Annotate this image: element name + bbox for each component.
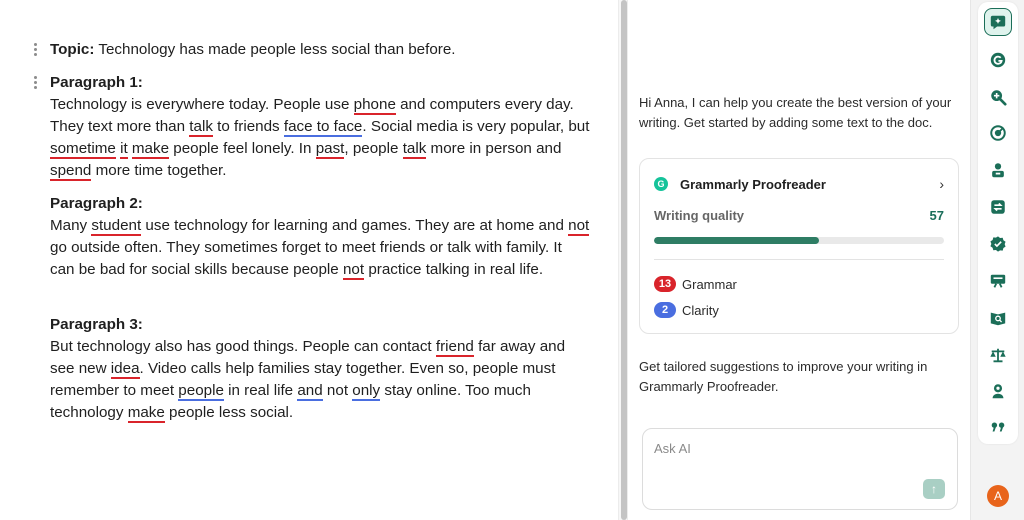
zoom-in-icon[interactable] [985, 84, 1011, 110]
issue-clarity[interactable]: 2 Clarity [654, 302, 719, 318]
paragraph-heading: Paragraph 3: [50, 316, 143, 333]
clarity-suggestion[interactable]: face to face [283, 118, 363, 137]
text-run: Many [50, 217, 92, 234]
scale-icon[interactable] [985, 342, 1011, 368]
writing-quality-fill [654, 237, 820, 244]
paragraph-body: Technology is everywhere today. People u… [50, 94, 590, 182]
grammar-suggestion[interactable]: not [342, 261, 365, 280]
tailored-suggestions-text: Get tailored suggestions to improve your… [639, 359, 928, 394]
greeting-text: Hi Anna, I can help you create the best … [639, 95, 952, 130]
rail-tools [978, 2, 1018, 444]
clarity-suggestion[interactable]: only [352, 382, 381, 401]
issue-label: Clarity [682, 302, 719, 318]
text-run: Technology is everywhere today. People u… [50, 96, 354, 113]
proofreader-card[interactable]: G Grammarly Proofreader › Writing qualit… [639, 158, 959, 334]
text-run: practice talking in real life. [364, 261, 544, 278]
target-icon[interactable] [985, 120, 1011, 146]
paragraph-1[interactable]: Paragraph 1: Technology is everywhere to… [34, 72, 590, 182]
tool-rail: A [970, 0, 1024, 520]
grammar-suggestion[interactable]: friend [435, 338, 474, 357]
text-run: not [322, 382, 353, 399]
paragraph-heading: Paragraph 2: [50, 195, 143, 212]
card-title: Grammarly Proofreader [680, 176, 826, 192]
grammar-suggestion[interactable]: make [127, 404, 165, 423]
grammar-suggestion[interactable]: make [131, 140, 170, 159]
badge-check-icon[interactable] [985, 231, 1011, 257]
paragraph-3[interactable]: Paragraph 3: But technology also has goo… [50, 314, 590, 424]
issue-count-badge: 2 [654, 302, 676, 318]
topic-line[interactable]: Topic: Technology has made people less s… [34, 39, 590, 61]
topic-label: Topic: [50, 41, 95, 58]
drag-handle-icon[interactable] [33, 41, 39, 59]
writing-quality-row: Writing quality 57 [654, 208, 944, 223]
drag-handle-icon[interactable] [33, 74, 39, 92]
writing-quality-bar [654, 237, 944, 244]
grammarly-logo-icon: G [654, 177, 668, 191]
text-run: But technology also has good things. Peo… [50, 338, 436, 355]
grammar-suggestion[interactable]: student [91, 217, 142, 236]
grammar-suggestion[interactable]: phone [353, 96, 396, 115]
issue-label: Grammar [682, 276, 737, 292]
avatar[interactable]: A [987, 485, 1009, 507]
book-search-icon[interactable] [985, 305, 1011, 331]
paragraph-heading: Paragraph 1: [50, 74, 143, 91]
grammar-suggestion[interactable]: past [315, 140, 345, 159]
document-scrollbar[interactable] [618, 0, 628, 520]
paragraph-body: But technology also has good things. Peo… [50, 336, 590, 424]
grammar-suggestion[interactable]: sometime [50, 140, 116, 159]
writing-quality-score: 57 [929, 208, 944, 223]
assistant-panel: Hi Anna, I can help you create the best … [628, 0, 970, 520]
text-run: to friends [212, 118, 284, 135]
switch-icon[interactable] [985, 194, 1011, 220]
text-run: in real life [223, 382, 298, 399]
user-icon[interactable] [985, 157, 1011, 183]
card-header[interactable]: G Grammarly Proofreader › [654, 175, 944, 193]
send-arrow-icon[interactable]: ↑ [923, 479, 945, 499]
ask-ai-box[interactable]: ↑ [642, 428, 958, 510]
quote-icon[interactable] [985, 414, 1011, 440]
text-run: people feel lonely. In [169, 140, 316, 157]
paragraph-2[interactable]: Paragraph 2: Many student use technology… [50, 193, 590, 281]
text-run: more time together. [91, 162, 227, 179]
grammar-suggestion[interactable]: not [568, 217, 590, 236]
text-run: people less social. [164, 404, 294, 421]
presentation-icon[interactable] [985, 268, 1011, 294]
grammar-suggestion[interactable]: spend [50, 162, 92, 181]
grammar-suggestion[interactable]: talk [402, 140, 427, 159]
divider [654, 259, 944, 260]
text-run: . Social media is very popular, but [362, 118, 590, 135]
writing-quality-label: Writing quality [654, 208, 745, 223]
issue-count-badge: 13 [654, 276, 676, 292]
clarity-suggestion[interactable]: people [178, 382, 224, 401]
grammar-suggestion[interactable]: talk [189, 118, 213, 137]
chevron-right-icon[interactable]: › [939, 176, 944, 192]
text-run: , people [344, 140, 403, 157]
location-user-icon[interactable] [985, 378, 1011, 404]
assistant-icon[interactable] [984, 8, 1012, 36]
issue-grammar[interactable]: 13 Grammar [654, 276, 737, 292]
grammarly-icon[interactable] [985, 47, 1011, 73]
ask-ai-input[interactable] [654, 441, 914, 456]
text-run: more in person and [426, 140, 562, 157]
grammar-suggestion[interactable]: it [120, 140, 128, 159]
clarity-suggestion[interactable]: and [297, 382, 323, 401]
grammar-suggestion[interactable]: idea [110, 360, 140, 379]
scrollbar-thumb[interactable] [621, 0, 627, 520]
paragraph-body: Many student use technology for learning… [50, 215, 590, 281]
document-editor[interactable]: Topic: Technology has made people less s… [0, 0, 618, 520]
text-run: use technology for learning and games. T… [141, 217, 569, 234]
topic-text: Technology has made people less social t… [94, 41, 456, 58]
